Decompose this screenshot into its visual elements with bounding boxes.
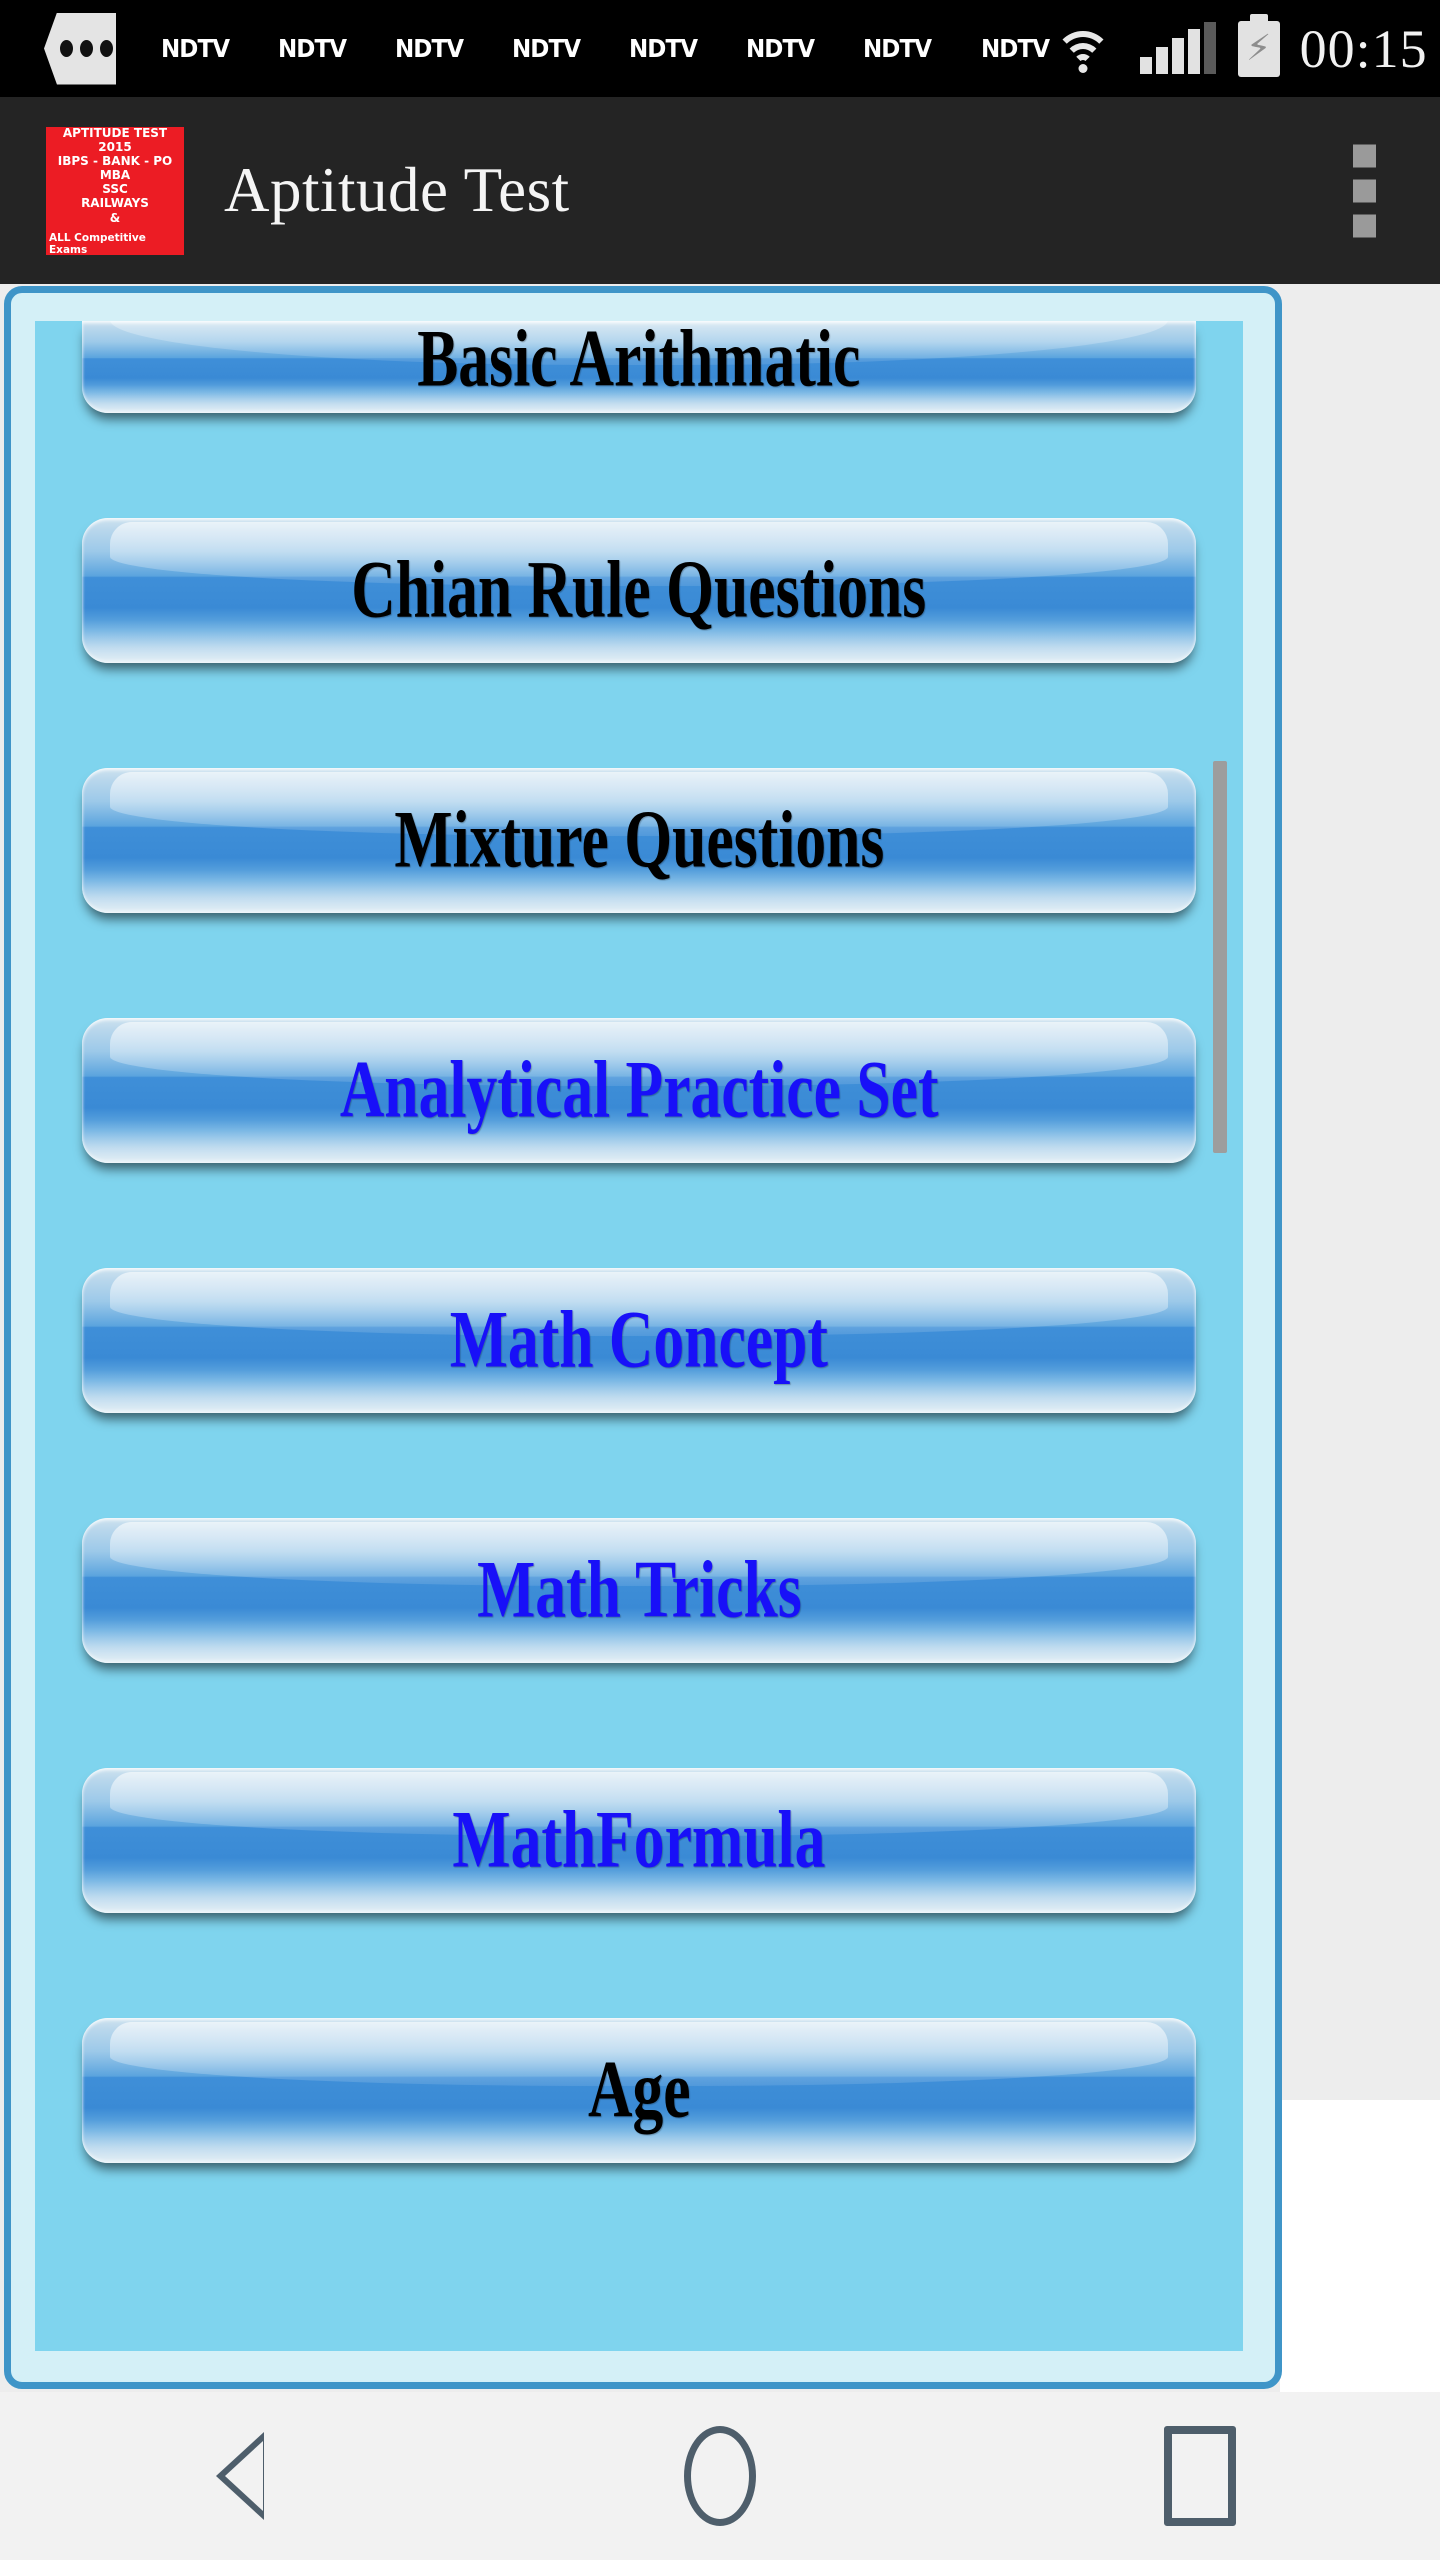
app-logo-line-3: IBPS - BANK - PO	[57, 153, 173, 168]
menu-list[interactable]: Basic Arithmatic Chian Rule Questions Mi…	[35, 321, 1243, 2351]
more-notifications-icon	[44, 12, 116, 85]
menu-button-label: MathFormula	[452, 1795, 826, 1885]
content-frame: Basic Arithmatic Chian Rule Questions Mi…	[4, 286, 1282, 2389]
notification-icon: NDTV	[160, 34, 230, 63]
notification-icon: NDTV	[746, 34, 815, 63]
menu-button-math-tricks[interactable]: Math Tricks	[82, 1518, 1196, 1663]
menu-button-label: Analytical Practice Set	[339, 1045, 939, 1135]
home-circle-icon	[684, 2426, 756, 2526]
menu-list-inner: Basic Arithmatic Chian Rule Questions Mi…	[35, 321, 1243, 2163]
menu-button-mathformula[interactable]: MathFormula	[82, 1768, 1196, 1913]
app-logo-line-4: MBA	[99, 168, 131, 183]
notification-icon: NDTV	[395, 34, 464, 63]
nav-home-button[interactable]	[635, 2416, 805, 2536]
menu-button-label: Math Concept	[449, 1295, 829, 1385]
notification-icon-list: NDTV NDTV NDTV NDTV NDTV NDTV NDTV NDTV	[158, 34, 1052, 63]
signal-bars-icon	[1139, 21, 1216, 74]
app-logo-line-5: SSC	[102, 182, 128, 197]
notification-icon: NDTV	[629, 34, 698, 63]
status-bar: NDTV NDTV NDTV NDTV NDTV NDTV NDTV NDTV …	[0, 0, 1440, 97]
app-logo-line-7: &	[109, 210, 121, 225]
menu-button-age[interactable]: Age	[82, 2018, 1196, 2163]
nav-back-button[interactable]	[155, 2416, 325, 2536]
page-title: Aptitude Test	[224, 155, 570, 225]
menu-button-basic-arithmatic[interactable]: Basic Arithmatic	[82, 321, 1196, 413]
status-bar-indicators: ⚡ 00:15	[1052, 0, 1440, 97]
notification-icon: NDTV	[278, 34, 347, 63]
notification-icon: NDTV	[863, 34, 932, 63]
recents-square-icon	[1164, 2426, 1236, 2526]
menu-button-label: Chian Rule Questions	[351, 545, 927, 635]
battery-charging-icon: ⚡	[1237, 20, 1280, 77]
list-scrollbar-thumb[interactable]	[1213, 761, 1227, 1153]
menu-button-analytical-practice-set[interactable]: Analytical Practice Set	[82, 1018, 1196, 1163]
menu-button-label: Mixture Questions	[394, 795, 884, 885]
page-background-lower	[1280, 2100, 1440, 2392]
phone-screen: NDTV NDTV NDTV NDTV NDTV NDTV NDTV NDTV …	[0, 0, 1440, 2560]
menu-button-label: Age	[587, 2045, 691, 2135]
charging-bolt-icon: ⚡	[1245, 27, 1272, 69]
menu-button-chian-rule-questions[interactable]: Chian Rule Questions	[82, 518, 1196, 663]
menu-button-label: Basic Arithmatic	[417, 321, 861, 405]
back-triangle-icon	[216, 2432, 264, 2520]
android-nav-bar	[0, 2392, 1440, 2560]
menu-button-math-concept[interactable]: Math Concept	[82, 1268, 1196, 1413]
wifi-icon	[1052, 25, 1114, 73]
status-bar-clock: 00:15	[1299, 18, 1428, 79]
app-logo-line-8: ALL Competitive Exams	[49, 231, 146, 257]
app-bar: APTITUDE TEST 2015 IBPS - BANK - PO MBA …	[0, 97, 1440, 284]
menu-button-label: Math Tricks	[476, 1545, 802, 1635]
nav-recents-button[interactable]	[1115, 2416, 1285, 2536]
overflow-menu-icon[interactable]	[1341, 132, 1388, 249]
app-logo-line-1: APTITUDE TEST	[62, 125, 168, 140]
app-logo-line-2: 2015	[98, 139, 132, 154]
notification-icon: NDTV	[980, 34, 1050, 63]
notification-icon: NDTV	[512, 34, 581, 63]
menu-button-mixture-questions[interactable]: Mixture Questions	[82, 768, 1196, 913]
app-logo-line-6: RAILWAYS	[81, 196, 149, 211]
app-logo: APTITUDE TEST 2015 IBPS - BANK - PO MBA …	[46, 125, 184, 257]
status-bar-notifications: NDTV NDTV NDTV NDTV NDTV NDTV NDTV NDTV	[0, 0, 1052, 97]
